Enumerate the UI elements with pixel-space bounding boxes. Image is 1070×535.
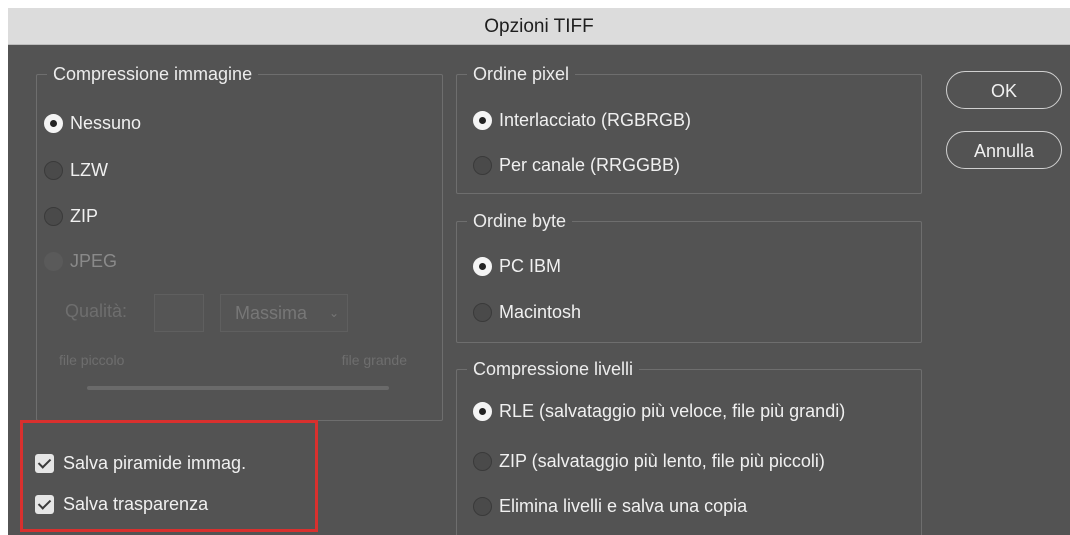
image-compression-legend: Compressione immagine	[47, 61, 259, 87]
slider-max-label: file grande	[341, 352, 407, 368]
radio-layer-zip[interactable]: ZIP (salvataggio più lento, file più pic…	[473, 446, 825, 476]
dialog-title: Opzioni TIFF	[8, 8, 1070, 45]
radio-label: PC IBM	[499, 255, 562, 276]
radio-pc-ibm[interactable]: PC IBM	[473, 251, 561, 281]
annotation-highlight-box	[20, 420, 318, 532]
radio-button-icon[interactable]	[473, 256, 492, 276]
quality-slider[interactable]	[87, 386, 389, 390]
radio-lzw[interactable]: LZW	[44, 155, 108, 185]
layer-compression-group: Compressione livelli RLE (salvataggio pi…	[456, 356, 922, 535]
radio-macintosh[interactable]: Macintosh	[473, 297, 581, 327]
radio-interleaved[interactable]: Interlacciato (RGBRGB)	[473, 105, 691, 135]
radio-button-icon[interactable]	[473, 496, 492, 516]
chevron-down-icon: ⌄	[328, 306, 339, 320]
radio-zip[interactable]: ZIP	[44, 201, 98, 231]
quality-preset-select[interactable]: Massima ⌄	[220, 294, 348, 332]
ok-button[interactable]: OK	[946, 71, 1062, 109]
radio-label: ZIP	[70, 205, 99, 226]
radio-button-icon[interactable]	[44, 251, 63, 271]
radio-label: Nessuno	[70, 112, 142, 133]
radio-discard-layers[interactable]: Elimina livelli e salva una copia	[473, 491, 747, 521]
radio-label: Elimina livelli e salva una copia	[499, 495, 748, 516]
radio-button-icon[interactable]	[44, 206, 63, 226]
radio-button-icon[interactable]	[473, 155, 492, 175]
radio-rle[interactable]: RLE (salvataggio più veloce, file più gr…	[473, 396, 845, 426]
radio-label: RLE (salvataggio più veloce, file più gr…	[499, 400, 846, 421]
radio-label: LZW	[70, 159, 108, 180]
byte-order-legend: Ordine byte	[467, 208, 573, 234]
layer-compression-legend: Compressione livelli	[467, 356, 640, 382]
radio-button-icon[interactable]	[473, 451, 492, 471]
radio-per-channel[interactable]: Per canale (RRGGBB)	[473, 150, 680, 180]
radio-button-icon[interactable]	[473, 302, 492, 322]
radio-nessuno[interactable]: Nessuno	[44, 108, 141, 138]
radio-button-icon[interactable]	[473, 110, 492, 130]
quality-input[interactable]	[154, 294, 204, 332]
radio-label: Macintosh	[499, 301, 582, 322]
cancel-button[interactable]: Annulla	[946, 131, 1062, 169]
byte-order-group: Ordine byte PC IBM Macintosh	[456, 208, 922, 343]
radio-label: Per canale (RRGGBB)	[499, 154, 681, 175]
quality-preset-value: Massima	[235, 303, 308, 323]
image-compression-group: Compressione immagine Nessuno LZW ZIP JP…	[36, 61, 443, 421]
pixel-order-legend: Ordine pixel	[467, 61, 576, 87]
radio-button-icon[interactable]	[44, 160, 63, 180]
radio-button-icon[interactable]	[44, 113, 63, 133]
radio-label: ZIP (salvataggio più lento, file più pic…	[499, 450, 825, 471]
pixel-order-group: Ordine pixel Interlacciato (RGBRGB) Per …	[456, 61, 922, 194]
radio-jpeg[interactable]: JPEG	[44, 246, 117, 276]
radio-label: Interlacciato (RGBRGB)	[499, 109, 692, 130]
slider-min-label: file piccolo	[59, 352, 125, 368]
radio-button-icon[interactable]	[473, 401, 492, 421]
quality-label: Qualità:	[65, 301, 128, 321]
radio-label: JPEG	[70, 250, 118, 271]
